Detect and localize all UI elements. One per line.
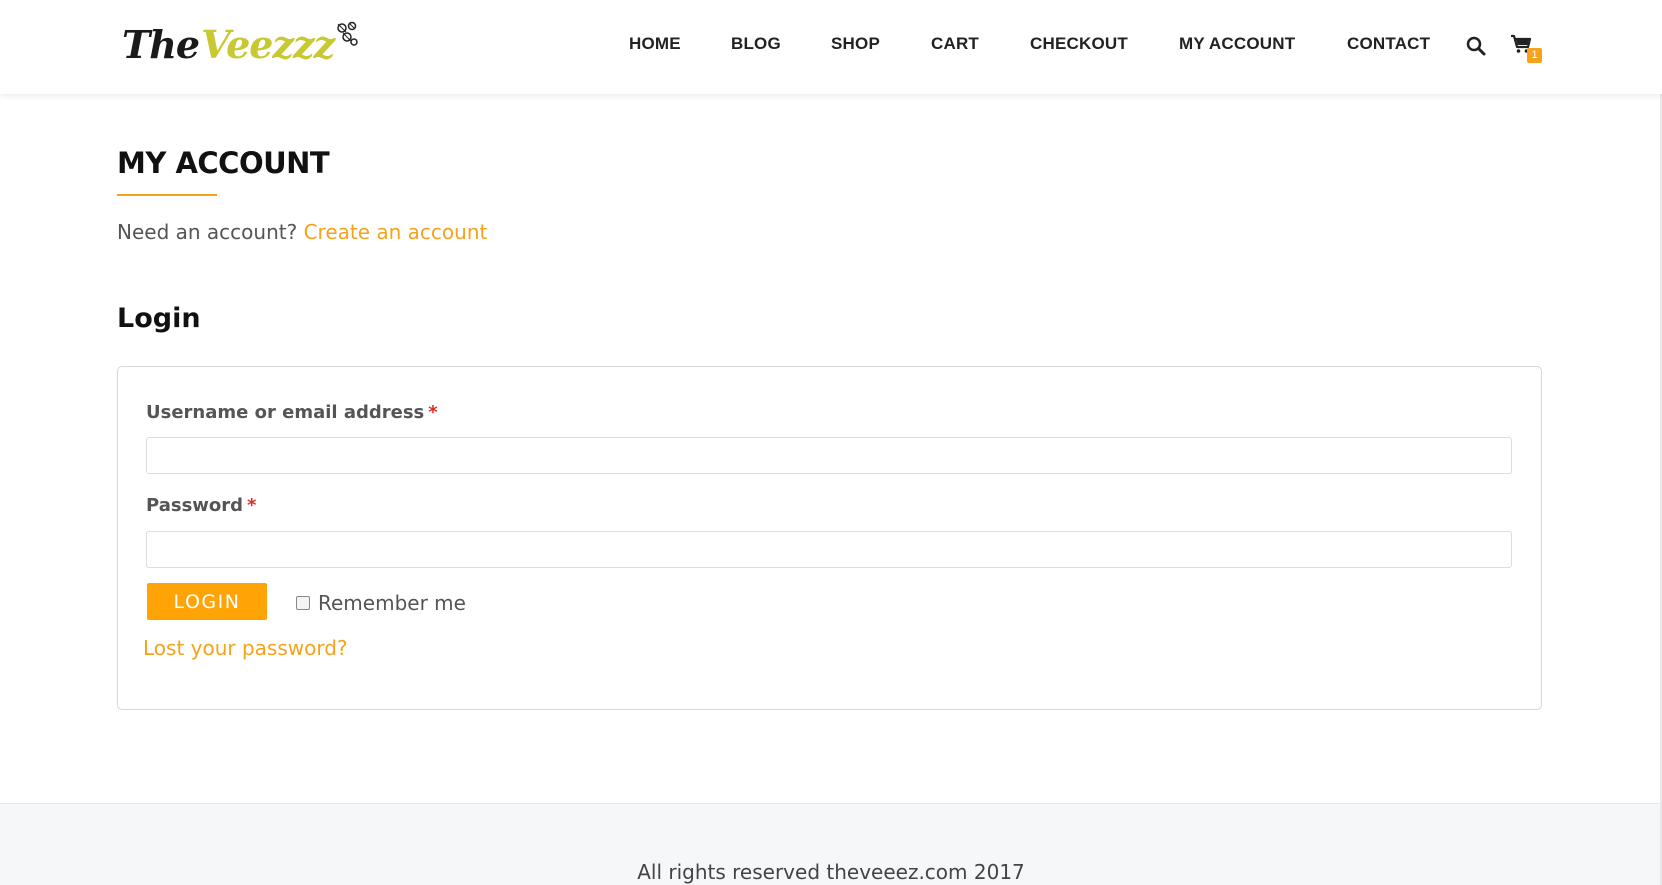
password-input[interactable] — [146, 531, 1512, 568]
password-label: Password * — [146, 495, 256, 516]
lost-password-link[interactable]: Lost your password? — [143, 636, 348, 660]
remember-me[interactable]: Remember me — [296, 591, 466, 615]
username-input[interactable] — [146, 437, 1512, 474]
username-label-text: Username or email address — [146, 402, 425, 423]
nav-shop[interactable]: SHOP — [831, 34, 880, 54]
nav-cart[interactable]: CART — [931, 34, 979, 54]
nav-home[interactable]: HOME — [629, 34, 681, 54]
need-account-text: Need an account? — [117, 220, 298, 244]
nav-contact[interactable]: CONTACT — [1347, 34, 1430, 54]
main-nav: HOME BLOG SHOP CART CHECKOUT MY ACCOUNT … — [0, 34, 1662, 56]
nav-my-account[interactable]: MY ACCOUNT — [1179, 34, 1295, 54]
site-header: The Veezzz HOME BLOG SHOP CART CHECKOUT … — [0, 0, 1662, 94]
remember-label: Remember me — [318, 591, 466, 615]
login-heading: Login — [117, 303, 201, 334]
footer-copyright: All rights reserved theveeez.com 2017 — [637, 860, 1025, 884]
remember-checkbox[interactable] — [296, 596, 310, 610]
required-mark: * — [247, 495, 257, 516]
login-button[interactable]: LOGIN — [147, 583, 267, 620]
page-title: MY ACCOUNT — [117, 146, 330, 180]
nav-blog[interactable]: BLOG — [731, 34, 781, 54]
create-account-link[interactable]: Create an account — [304, 220, 488, 244]
title-underline — [117, 194, 217, 196]
cart-count-badge: 1 — [1527, 48, 1542, 63]
search-icon[interactable] — [1466, 36, 1486, 61]
username-label: Username or email address * — [146, 402, 438, 423]
site-footer: All rights reserved theveeez.com 2017 — [0, 803, 1662, 885]
password-label-text: Password — [146, 495, 244, 516]
need-account-line: Need an account? Create an account — [117, 220, 487, 244]
nav-checkout[interactable]: CHECKOUT — [1030, 34, 1128, 54]
required-mark: * — [428, 402, 438, 423]
